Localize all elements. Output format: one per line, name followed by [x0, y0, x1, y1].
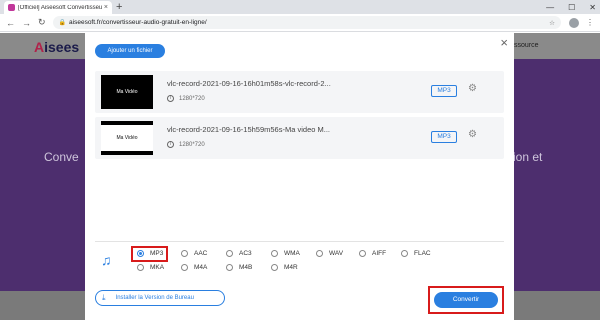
toolbar-extensions: ⋮	[569, 17, 594, 28]
browser-tab[interactable]: [Officiel] Aiseesoft Convertisseu ×	[4, 1, 112, 14]
radio-selected[interactable]	[137, 250, 144, 257]
close-icon[interactable]: ×	[500, 35, 508, 50]
add-file-button[interactable]: Ajouter un fichier	[95, 44, 165, 58]
radio[interactable]	[181, 264, 188, 271]
format-option-mp3[interactable]: MP3	[137, 250, 163, 257]
window-controls: — ☐ ✕	[546, 0, 596, 14]
gear-icon[interactable]: ⚙	[468, 129, 477, 140]
format-option-aiff[interactable]: AIFF	[359, 250, 386, 257]
video-thumbnail: Ma Vidéo	[101, 121, 153, 155]
address-bar: ← → ↻ 🔒 aiseesoft.fr/convertisseur-audio…	[0, 14, 600, 32]
radio[interactable]	[359, 250, 366, 257]
menu-icon[interactable]: ⋮	[586, 18, 594, 27]
radio[interactable]	[226, 250, 233, 257]
output-format-button[interactable]: MP3	[431, 85, 457, 97]
output-format-button[interactable]: MP3	[431, 131, 457, 143]
reload-icon[interactable]: ↻	[38, 17, 46, 28]
site-nav-item[interactable]: ssource	[514, 42, 539, 49]
maximize-icon[interactable]: ☐	[568, 3, 575, 12]
radio[interactable]	[271, 264, 278, 271]
radio[interactable]	[181, 250, 188, 257]
forward-icon[interactable]: →	[22, 18, 31, 28]
format-option-m4a[interactable]: M4A	[181, 264, 207, 271]
file-name: vlc-record-2021-09-16-15h59m56s-Ma video…	[167, 125, 330, 134]
hero-text-left: Conve	[44, 150, 79, 164]
url-field[interactable]: 🔒 aiseesoft.fr/convertisseur-audio-gratu…	[52, 16, 561, 29]
convert-button[interactable]: Convertir	[434, 292, 498, 308]
info-icon[interactable]: i	[167, 95, 174, 102]
window-close-icon[interactable]: ✕	[589, 3, 596, 12]
format-option-flac[interactable]: FLAC	[401, 250, 431, 257]
format-option-m4r[interactable]: M4R	[271, 264, 298, 271]
video-thumbnail: Ma Vidéo	[101, 75, 153, 109]
format-option-mka[interactable]: MKA	[137, 264, 164, 271]
favicon-icon	[8, 4, 15, 11]
url-text: aiseesoft.fr/convertisseur-audio-gratuit…	[69, 19, 207, 26]
info-icon[interactable]: i	[167, 141, 174, 148]
bookmark-star-icon[interactable]: ☆	[549, 19, 555, 27]
format-option-aac[interactable]: AAC	[181, 250, 207, 257]
install-desktop-button[interactable]: ⤓ Installer la Version de Bureau	[95, 290, 225, 306]
radio[interactable]	[271, 250, 278, 257]
minimize-icon[interactable]: —	[546, 3, 554, 12]
install-label: Installer la Version de Bureau	[115, 295, 194, 301]
tab-title: [Officiel] Aiseesoft Convertisseu	[18, 4, 102, 11]
site-logo[interactable]: Aisees	[34, 39, 79, 55]
format-option-wma[interactable]: WMA	[271, 250, 300, 257]
lock-icon: 🔒	[58, 20, 67, 26]
new-tab-button[interactable]: +	[116, 1, 122, 13]
radio[interactable]	[226, 264, 233, 271]
converter-dialog: × Ajouter un fichier Ma Vidéo vlc-record…	[85, 33, 514, 320]
format-option-ac3[interactable]: AC3	[226, 250, 252, 257]
hero-text-right: ion et	[513, 150, 543, 164]
gear-icon[interactable]: ⚙	[468, 83, 477, 94]
radio[interactable]	[137, 264, 144, 271]
music-note-icon: ♫	[101, 252, 112, 268]
radio[interactable]	[316, 250, 323, 257]
download-icon: ⤓	[102, 293, 106, 302]
file-item: Ma Vidéo vlc-record-2021-09-16-15h59m56s…	[95, 117, 504, 159]
divider	[95, 241, 504, 242]
file-name: vlc-record-2021-09-16-16h01m58s-vlc-reco…	[167, 79, 331, 88]
file-item: Ma Vidéo vlc-record-2021-09-16-16h01m58s…	[95, 71, 504, 113]
back-icon[interactable]: ←	[6, 18, 15, 28]
profile-avatar[interactable]	[569, 17, 579, 28]
radio[interactable]	[401, 250, 408, 257]
tab-bar: [Officiel] Aiseesoft Convertisseu × + — …	[0, 0, 600, 14]
file-resolution: i 1280*720	[167, 95, 205, 102]
file-resolution: i 1280*720	[167, 141, 205, 148]
format-option-wav[interactable]: WAV	[316, 250, 343, 257]
format-option-m4b[interactable]: M4B	[226, 264, 252, 271]
tab-close-icon[interactable]: ×	[104, 4, 108, 11]
